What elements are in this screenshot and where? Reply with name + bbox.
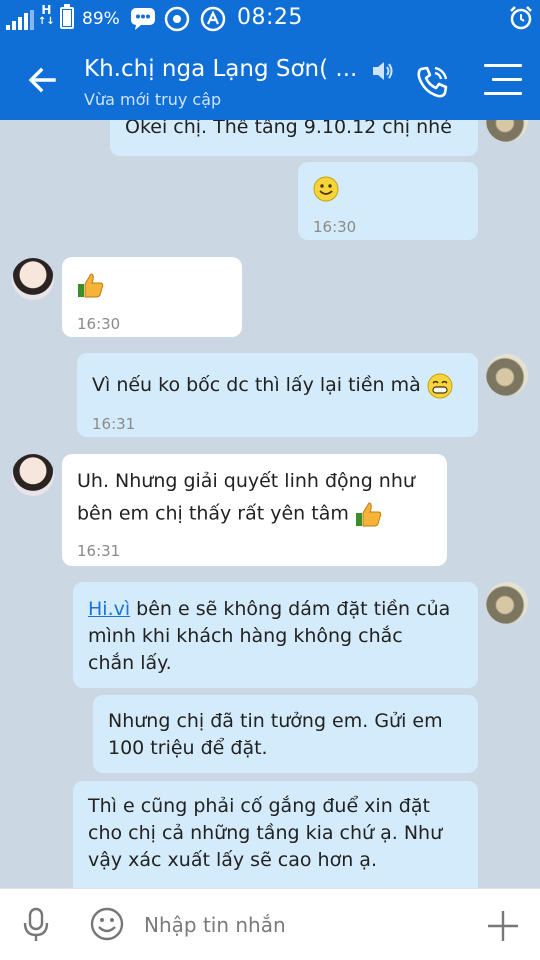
message-bubble[interactable]: Thì e cũng phải cố gắng đuể xin đặt cho … [73, 781, 478, 888]
message-bubble[interactable]: Uh. Nhưng giải quyết linh động như bên e… [62, 454, 447, 566]
settings-notification-icon [164, 6, 190, 32]
battery-icon [60, 4, 74, 29]
chat-header: Kh.chị nga Lạng Sơn( ... Vừa mới truy cậ… [0, 38, 540, 120]
message-time: 16:30 [313, 218, 357, 236]
avatar[interactable] [486, 120, 528, 142]
thumbs-up-emoji-icon [355, 502, 382, 527]
message-bubble[interactable]: 16:30 [62, 257, 242, 337]
message-text: Nhưng chị đã tin tưởng em. Gửi em [108, 710, 443, 732]
message-text: Vì nếu ko bốc dc thì lấy lại tiền mà [92, 372, 466, 399]
avatar[interactable] [12, 258, 54, 300]
avatar[interactable] [486, 354, 528, 396]
message-text: vậy xác xuất lấy sẽ cao hơn ạ. [88, 849, 377, 871]
message-text: 100 triệu để đặt. [108, 737, 268, 759]
network-type: H ↑↓ [38, 3, 55, 27]
message-text: chắn lấy. [88, 652, 172, 674]
grin-emoji-icon [427, 373, 453, 398]
speaker-icon [373, 62, 393, 80]
microphone-icon[interactable] [20, 907, 52, 943]
message-input[interactable] [144, 905, 464, 945]
thumbs-up-emoji-icon [78, 273, 104, 298]
message-time: 16:30 [77, 315, 121, 333]
message-text: Thì e cũng phải cố gắng đuể xin đặt [88, 795, 430, 817]
message-text: bên em chị thấy rất yên tâm [77, 500, 435, 528]
message-text: Uh. Nhưng giải quyết linh động như [77, 470, 415, 492]
message-list[interactable]: Okei chị. Thế tầng 9.10.12 chị nhé 16:30… [0, 120, 540, 888]
plus-icon[interactable] [486, 909, 520, 943]
message-bubble[interactable]: Vì nếu ko bốc dc thì lấy lại tiền mà 16:… [77, 353, 478, 437]
alarm-icon [510, 6, 532, 30]
message-bubble[interactable]: 16:30 [298, 162, 478, 240]
status-bar: H ↑↓ 89% 08:25 [0, 0, 540, 38]
menu-icon[interactable] [484, 64, 522, 96]
battery-percent: 89% [82, 9, 120, 29]
signal-icon [6, 10, 34, 30]
message-bubble[interactable]: Okei chị. Thế tầng 9.10.12 chị nhé [110, 120, 478, 156]
message-input-bar [0, 888, 540, 960]
last-seen-status: Vừa mới truy cập [84, 90, 222, 109]
phone-icon[interactable] [412, 62, 452, 102]
message-bubble[interactable]: Nhưng chị đã tin tưởng em. Gửi em 100 tr… [93, 695, 478, 773]
chat-notification-icon [131, 8, 155, 30]
message-text: Okei chị. Thế tầng 9.10.12 chị nhé [125, 120, 452, 138]
back-arrow-icon[interactable] [24, 62, 60, 98]
message-time: 16:31 [77, 542, 121, 560]
message-text: cho chị cả những tầng kia chứ ạ. Như [88, 822, 443, 844]
message-text: mình khi khách hàng không chắc [88, 625, 403, 647]
app-notification-icon [200, 6, 226, 32]
message-bubble[interactable]: Hi.vì bên e sẽ không dám đặt tiền của mì… [73, 582, 478, 688]
sticker-icon[interactable] [90, 907, 124, 941]
avatar[interactable] [486, 582, 528, 624]
avatar[interactable] [12, 454, 54, 496]
clock: 08:25 [237, 5, 303, 30]
message-time: 16:31 [92, 415, 136, 433]
message-link[interactable]: Hi.vì [88, 598, 130, 620]
message-text: Hi.vì bên e sẽ không dám đặt tiền của [88, 598, 451, 620]
smile-emoji-icon [313, 176, 339, 202]
contact-name[interactable]: Kh.chị nga Lạng Sơn( ... [84, 56, 357, 82]
